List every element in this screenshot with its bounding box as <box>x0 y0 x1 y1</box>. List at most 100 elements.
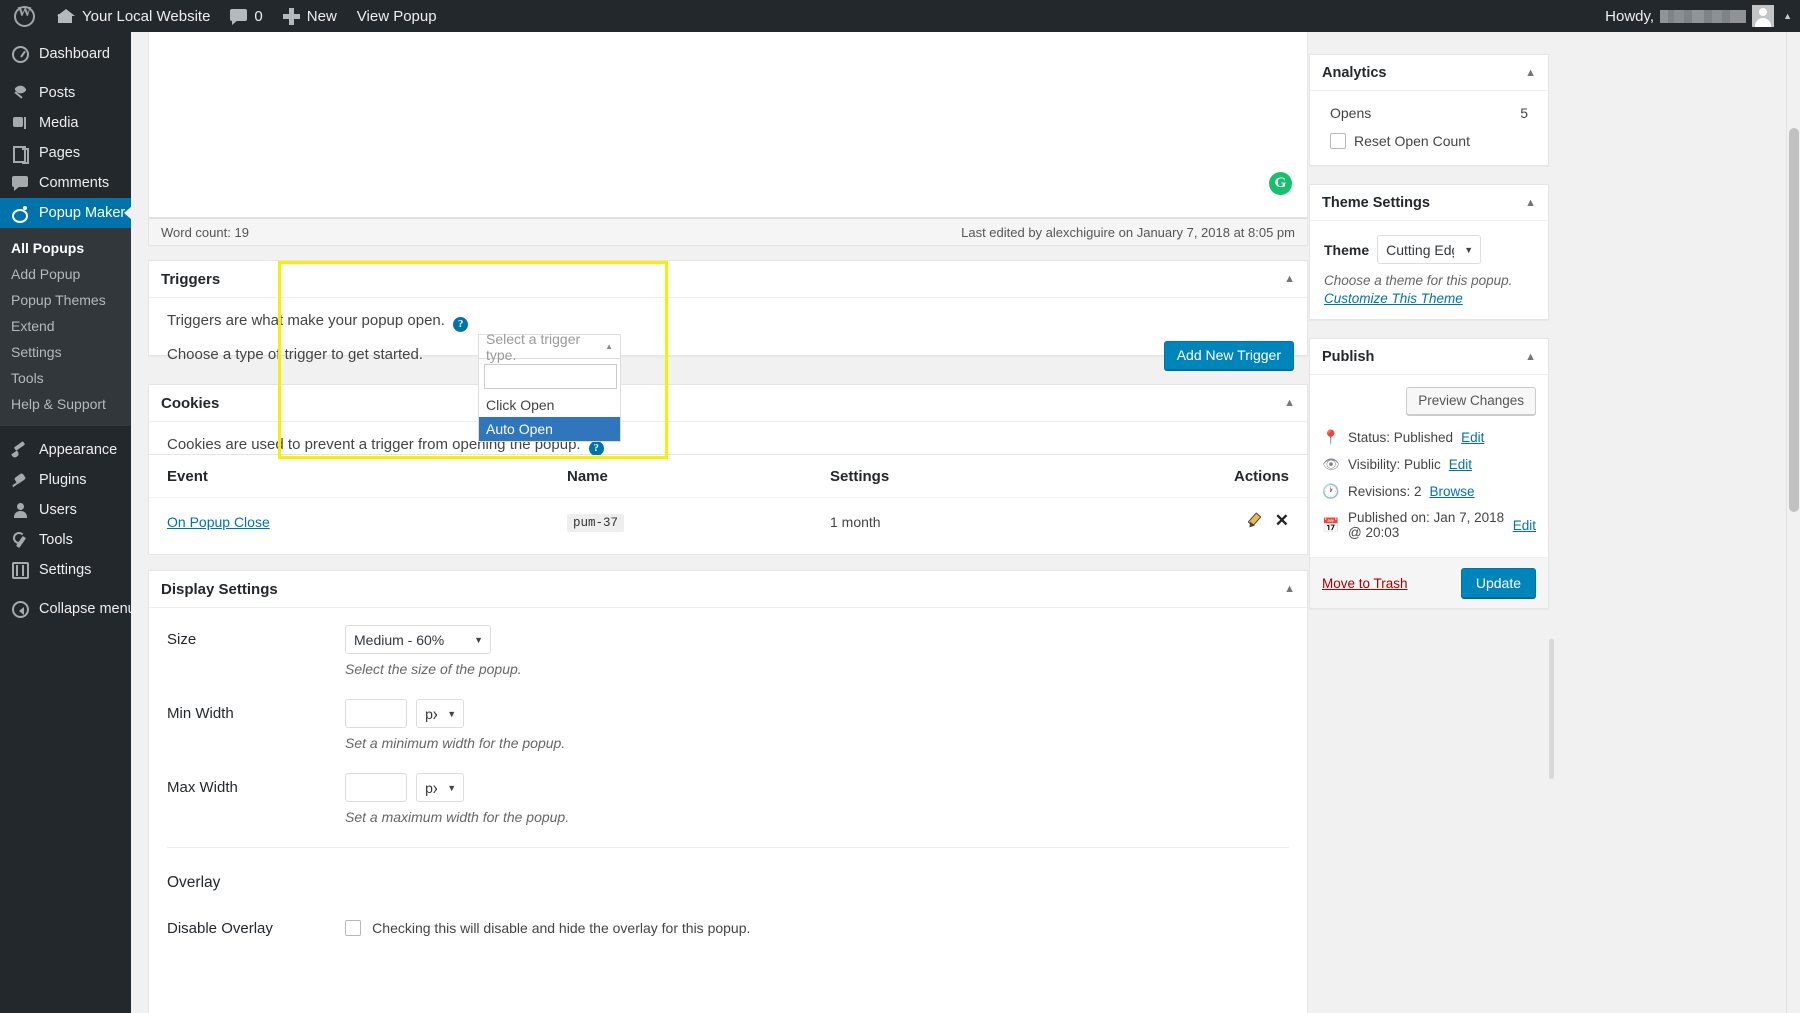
analytics-panel: Analytics ▲ Opens 5 Reset Open Count <box>1309 54 1549 166</box>
reset-open-count-checkbox[interactable] <box>1330 133 1346 149</box>
opens-value: 5 <box>1520 105 1528 121</box>
update-button[interactable]: Update <box>1460 568 1536 598</box>
trigger-type-select2[interactable]: Select a trigger type. ▲ Click Open Auto… <box>478 331 621 442</box>
publish-header[interactable]: Publish ▲ <box>1310 339 1548 375</box>
triggers-panel-header[interactable]: Triggers ▲ <box>149 261 1307 298</box>
sidebar-item-users[interactable]: Users <box>0 495 131 525</box>
account-menu[interactable]: Howdy, ▲ <box>1605 5 1800 27</box>
username-redacted <box>1660 9 1747 23</box>
submenu-item-extend[interactable]: Extend <box>0 313 131 339</box>
preview-changes-row: Preview Changes <box>1322 387 1536 424</box>
display-settings-panel: Display Settings ▲ Size Medium - 60% Sel… <box>148 570 1308 1013</box>
trigger-option-auto-open[interactable]: Auto Open <box>479 417 620 441</box>
revisions-browse-link[interactable]: Browse <box>1430 484 1475 499</box>
reset-open-count-label: Reset Open Count <box>1354 133 1470 149</box>
chevron-up-icon[interactable]: ▲ <box>1525 67 1536 79</box>
edit-pencil-icon[interactable] <box>1247 512 1263 528</box>
chevron-up-icon[interactable]: ▲ <box>1284 583 1295 595</box>
sidebar-item-plugins[interactable]: Plugins <box>0 465 131 495</box>
delete-x-icon[interactable]: ✕ <box>1275 512 1289 529</box>
max-width-input[interactable] <box>345 773 407 802</box>
display-settings-header[interactable]: Display Settings ▲ <box>149 571 1307 608</box>
submenu-item-help-support[interactable]: Help & Support <box>0 391 131 417</box>
sidebar-item-comments[interactable]: Comments <box>0 168 131 198</box>
grammarly-icon[interactable]: G <box>1269 172 1292 195</box>
sidebar-item-media[interactable]: Media <box>0 108 131 138</box>
sidebar-item-appearance[interactable]: Appearance <box>0 435 131 465</box>
chevron-up-icon: ▲ <box>605 342 613 351</box>
published-on-text: Published on: Jan 7, 2018 @ 20:03 <box>1348 510 1505 540</box>
disable-overlay-checkbox[interactable] <box>345 920 361 936</box>
meta-column-scrollbar[interactable] <box>1549 639 1554 779</box>
theme-settings-body: Theme Cutting Edge Choose a theme for th… <box>1310 221 1548 319</box>
submenu-item-add-popup[interactable]: Add Popup <box>0 261 131 287</box>
cookie-event-link[interactable]: On Popup Close <box>167 514 270 530</box>
min-width-unit-select[interactable]: px <box>416 699 465 728</box>
submenu-item-settings[interactable]: Settings <box>0 339 131 365</box>
triggers-choose-row: Choose a type of trigger to get started. <box>167 346 1289 363</box>
calendar-icon: 📅 <box>1322 516 1340 533</box>
published-on-edit-link[interactable]: Edit <box>1513 518 1536 533</box>
site-name-button[interactable]: Your Local Website <box>47 0 220 32</box>
admin-sidebar: Dashboard Posts Media Pages Comments Pop… <box>0 32 131 1013</box>
wordpress-logo-button[interactable] <box>0 0 47 32</box>
status-edit-link[interactable]: Edit <box>1461 430 1484 445</box>
new-content-button[interactable]: New <box>273 0 347 32</box>
sidebar-item-settings[interactable]: Settings <box>0 555 131 585</box>
cookies-panel-header[interactable]: Cookies ▲ <box>149 385 1307 422</box>
submenu-item-popup-themes[interactable]: Popup Themes <box>0 287 131 313</box>
size-label: Size <box>167 631 197 648</box>
submenu-item-all-popups[interactable]: All Popups <box>0 235 131 261</box>
wordpress-logo-icon <box>14 5 35 27</box>
howdy-label: Howdy, <box>1605 7 1655 25</box>
analytics-header[interactable]: Analytics ▲ <box>1310 55 1548 91</box>
chevron-up-icon[interactable]: ▲ <box>1525 197 1536 209</box>
submenu-item-tools[interactable]: Tools <box>0 365 131 391</box>
size-description: Select the size of the popup. <box>345 661 522 677</box>
help-icon[interactable]: ? <box>588 441 604 456</box>
move-to-trash-link[interactable]: Move to Trash <box>1322 576 1408 591</box>
trigger-type-search-input[interactable] <box>484 364 617 389</box>
collapse-menu-button[interactable]: Collapse menu <box>0 594 131 624</box>
sidebar-item-tools[interactable]: Tools <box>0 525 131 555</box>
trigger-type-dropdown: Click Open Auto Open <box>478 359 621 442</box>
home-icon <box>57 8 75 24</box>
view-popup-button[interactable]: View Popup <box>347 0 447 32</box>
customize-this-theme-link[interactable]: Customize This Theme <box>1324 291 1463 306</box>
chevron-up-icon[interactable]: ▲ <box>1284 397 1295 409</box>
trigger-option-click-open[interactable]: Click Open <box>479 393 620 417</box>
sidebar-item-posts[interactable]: Posts <box>0 78 131 108</box>
help-icon[interactable]: ? <box>453 317 469 332</box>
theme-select[interactable]: Cutting Edge <box>1377 235 1482 264</box>
plus-icon <box>282 7 300 25</box>
trigger-type-select-field[interactable]: Select a trigger type. ▲ <box>478 331 621 363</box>
post-editor-area[interactable]: G <box>148 32 1308 218</box>
reset-open-count-row[interactable]: Reset Open Count <box>1322 131 1536 153</box>
preview-changes-button[interactable]: Preview Changes <box>1406 387 1536 415</box>
min-width-input[interactable] <box>345 699 407 728</box>
chevron-up-icon[interactable]: ▲ <box>1284 273 1295 285</box>
add-new-trigger-button[interactable]: Add New Trigger <box>1163 341 1294 370</box>
sidebar-item-pages[interactable]: Pages <box>0 138 131 168</box>
sidebar-item-popup-maker[interactable]: Popup Maker <box>0 198 131 228</box>
sidebar-item-label: Users <box>39 502 77 518</box>
chevron-up-icon[interactable]: ▲ <box>1525 351 1536 363</box>
theme-settings-header[interactable]: Theme Settings ▲ <box>1310 185 1548 221</box>
page-scrollbar[interactable] <box>1786 32 1800 1013</box>
display-settings-title: Display Settings <box>161 580 278 598</box>
popup-maker-submenu: All Popups Add Popup Popup Themes Extend… <box>0 228 131 426</box>
eye-icon: 👁 <box>1322 456 1340 472</box>
triggers-description-row: Triggers are what make your popup open. … <box>167 312 1289 332</box>
publish-panel: Publish ▲ Preview Changes 📍 Status: Publ… <box>1309 338 1554 779</box>
max-width-unit-select[interactable]: px <box>416 773 465 802</box>
sidebar-item-label: Media <box>39 115 79 131</box>
theme-settings-title: Theme Settings <box>1322 194 1430 211</box>
sidebar-item-dashboard[interactable]: Dashboard <box>0 39 131 69</box>
page-scrollbar-thumb[interactable] <box>1789 128 1799 512</box>
visibility-edit-link[interactable]: Edit <box>1449 457 1472 472</box>
comments-button[interactable]: 0 <box>220 0 272 32</box>
size-select[interactable]: Medium - 60% <box>345 625 491 654</box>
trigger-type-placeholder: Select a trigger type. <box>486 330 581 363</box>
triggers-title: Triggers <box>161 270 221 288</box>
sidebar-item-label: Comments <box>39 175 110 191</box>
